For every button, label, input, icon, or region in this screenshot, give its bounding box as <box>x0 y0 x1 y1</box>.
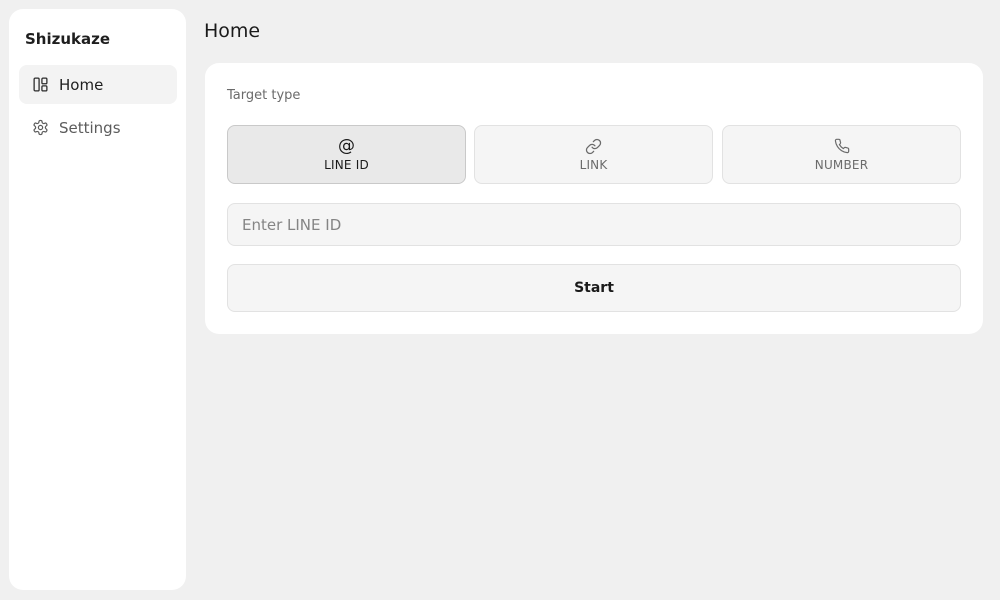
sidebar-item-label: Settings <box>59 118 121 137</box>
type-option-link[interactable]: LINK <box>474 125 713 184</box>
sidebar-item-label: Home <box>59 75 104 94</box>
target-type-label: Target type <box>227 88 301 103</box>
type-option-label: LINK <box>579 158 608 172</box>
layout-dashboard-icon <box>31 76 49 94</box>
start-button[interactable]: Start <box>227 264 961 312</box>
page-title: Home <box>204 20 261 42</box>
at-sign-icon: @ <box>338 135 355 156</box>
sidebar: Shizukaze Home Settings <box>9 9 186 590</box>
sidebar-item-home[interactable]: Home <box>19 65 177 104</box>
target-input[interactable] <box>227 203 961 246</box>
sidebar-item-settings[interactable]: Settings <box>19 108 177 147</box>
app-title: Shizukaze <box>25 30 111 48</box>
type-option-line-id[interactable]: @ LINE ID <box>227 125 466 184</box>
gear-icon <box>31 119 49 137</box>
link-icon <box>585 137 602 155</box>
phone-icon <box>834 137 850 155</box>
type-option-number[interactable]: NUMBER <box>722 125 961 184</box>
target-form-card: Target type @ LINE ID LINK NUMBER Start <box>205 63 983 334</box>
type-option-label: NUMBER <box>814 158 869 172</box>
type-option-label: LINE ID <box>324 158 369 172</box>
